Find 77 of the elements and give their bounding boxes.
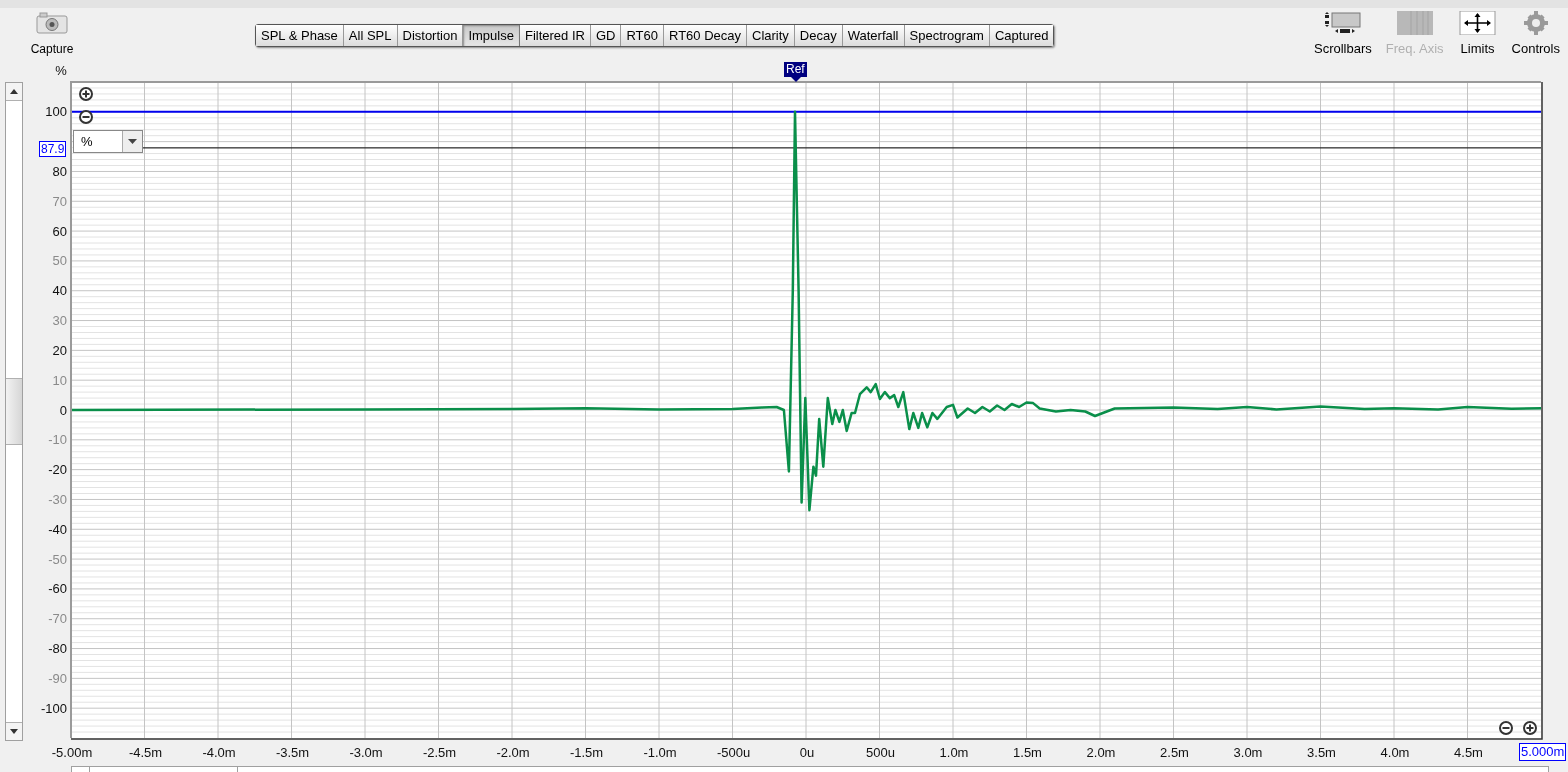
axis-tick-label: 30 bbox=[52, 313, 67, 329]
tab[interactable]: RT60 bbox=[621, 25, 664, 46]
axis-tick-label: 1.5m bbox=[1013, 745, 1042, 760]
scroll-down-button[interactable] bbox=[6, 722, 22, 740]
scroll-thumb[interactable] bbox=[6, 378, 22, 445]
axis-tick-label: -1.5m bbox=[569, 745, 604, 760]
caret-icon bbox=[128, 139, 137, 144]
axis-tick-label: 20 bbox=[52, 342, 67, 358]
axis-tick-label: -90 bbox=[48, 670, 67, 686]
zoom-in-icon[interactable] bbox=[79, 87, 93, 101]
toolbar-button[interactable]: Limits bbox=[1457, 11, 1498, 59]
axis-tick-label: 1.0m bbox=[939, 745, 969, 760]
tab[interactable]: Distortion bbox=[397, 25, 464, 46]
axis-tick-label: -80 bbox=[48, 641, 67, 657]
axis-tick-label: -50 bbox=[48, 551, 67, 567]
axis-tick-label: 80 bbox=[52, 163, 67, 179]
axis-tick-label: 3.5m bbox=[1307, 745, 1336, 760]
tab[interactable]: Clarity bbox=[747, 25, 795, 46]
tab[interactable]: Decay bbox=[794, 25, 843, 46]
axis-tick-label: 500u bbox=[866, 745, 895, 760]
toolbar-button[interactable]: Scrollbars bbox=[1314, 11, 1372, 59]
axis-tick-label: 40 bbox=[52, 283, 67, 299]
x-readout: 5.000m bbox=[1519, 743, 1567, 761]
tab[interactable]: All SPL bbox=[343, 25, 398, 46]
zoom-in-icon[interactable] bbox=[1523, 721, 1537, 735]
axis-tick-label: -1.0m bbox=[643, 745, 677, 760]
axis-tick-label: -10 bbox=[48, 432, 67, 448]
unit-dropdown[interactable]: % bbox=[73, 130, 143, 153]
cursor-readout: 87.9 bbox=[39, 141, 67, 157]
axis-tick-label: -2.5m bbox=[422, 745, 457, 760]
capture-button[interactable]: Capture bbox=[30, 12, 74, 58]
marker-pointer-icon bbox=[791, 77, 801, 82]
axis-tick-label: 4.0m bbox=[1380, 745, 1410, 760]
axis-tick-label: 2.5m bbox=[1160, 745, 1189, 760]
bars-icon bbox=[1394, 11, 1435, 35]
tab[interactable]: Waterfall bbox=[842, 25, 905, 46]
axis-tick-label: -60 bbox=[48, 581, 67, 597]
axis-tick-label: 50 bbox=[52, 253, 67, 269]
axis-tick-label: -5.00m bbox=[51, 745, 93, 760]
axis-tick-label: 60 bbox=[52, 223, 67, 239]
axis-tick-label: -20 bbox=[48, 462, 67, 478]
tab[interactable]: Captured bbox=[989, 25, 1054, 46]
axis-tick-label: 70 bbox=[52, 193, 67, 209]
camera-icon bbox=[36, 12, 68, 34]
axis-tick-label: 4.5m bbox=[1454, 745, 1483, 760]
axis-tick-label: -70 bbox=[48, 611, 67, 627]
axis-tick-label: -4.5m bbox=[128, 745, 163, 760]
axis-tick-label: 2.0m bbox=[1086, 745, 1116, 760]
axis-tick-label: 10 bbox=[52, 372, 67, 388]
axis-title: % bbox=[55, 63, 67, 78]
vertical-scrollbar[interactable] bbox=[5, 82, 23, 741]
axis-tick-label: -30 bbox=[48, 491, 67, 507]
axis-tick-label: 0 bbox=[59, 402, 67, 418]
axis-tick-label: -2.0m bbox=[496, 745, 530, 760]
tab[interactable]: Spectrogram bbox=[904, 25, 990, 46]
down-arrow-icon bbox=[10, 729, 18, 734]
toolbar-button[interactable]: Controls bbox=[1511, 11, 1560, 59]
up-arrow-icon bbox=[10, 89, 18, 94]
arrows-icon bbox=[1457, 11, 1498, 35]
axis-tick-label: -3.0m bbox=[349, 745, 383, 760]
axis-tick-label: -4.0m bbox=[202, 745, 236, 760]
axis-tick-label: -100 bbox=[40, 700, 67, 716]
tab[interactable]: Filtered IR bbox=[519, 25, 591, 46]
axis-tick-label: -3.5m bbox=[275, 745, 310, 760]
axis-tick-label: -500u bbox=[716, 745, 751, 760]
tab[interactable]: SPL & Phase bbox=[256, 25, 344, 46]
scroll-up-button[interactable] bbox=[6, 83, 22, 101]
tab[interactable]: RT60 Decay bbox=[664, 25, 747, 46]
axis-tick-label: 100 bbox=[45, 104, 67, 120]
axis-tick-label: -40 bbox=[48, 521, 67, 537]
scrollbars-icon bbox=[1322, 11, 1363, 35]
axis-tick-label: 0u bbox=[799, 745, 815, 760]
zoom-out-icon[interactable] bbox=[1499, 721, 1513, 735]
tab[interactable]: Impulse bbox=[463, 25, 520, 46]
zoom-out-icon[interactable] bbox=[79, 110, 93, 124]
axis-tick-label: 3.0m bbox=[1233, 745, 1263, 760]
tab[interactable]: GD bbox=[590, 25, 622, 46]
